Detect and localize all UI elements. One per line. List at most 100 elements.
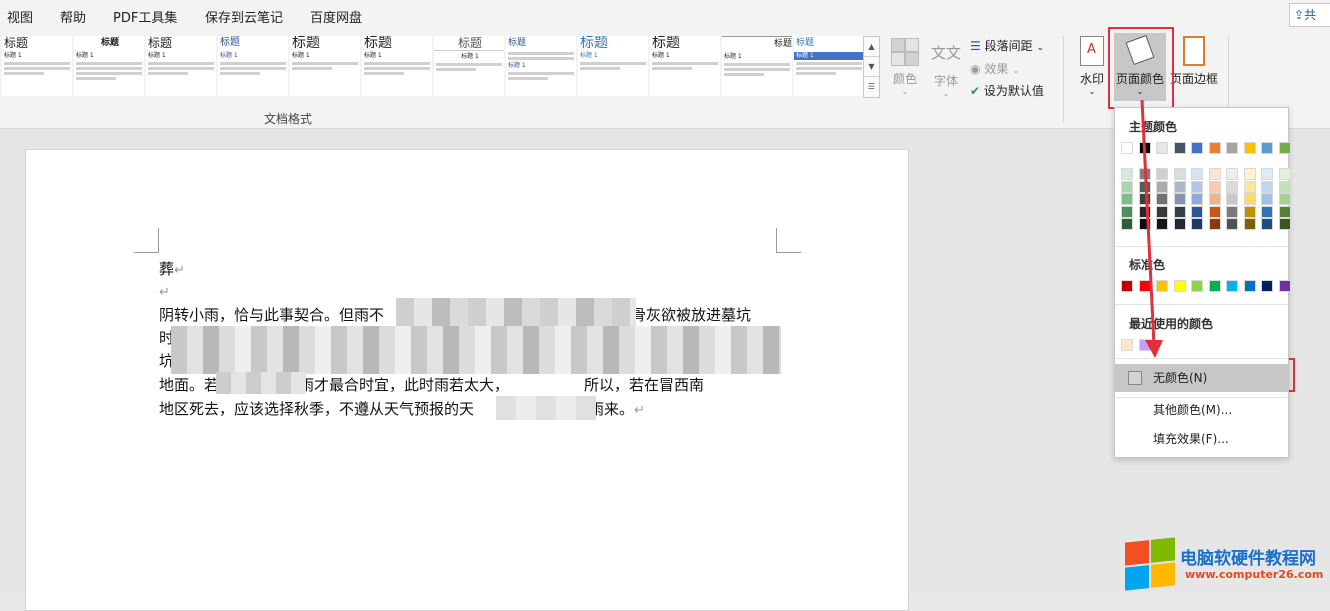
theme-color-shade-swatch[interactable] bbox=[1243, 205, 1256, 218]
menu-view[interactable]: 视图 bbox=[7, 7, 33, 26]
theme-color-shade-swatch[interactable] bbox=[1173, 168, 1186, 180]
theme-color-shade-swatch[interactable] bbox=[1226, 180, 1238, 193]
style-set-thumb[interactable]: 标题 标题 1 bbox=[218, 36, 288, 96]
theme-color-shade-swatch[interactable] bbox=[1226, 205, 1238, 218]
theme-color-swatch[interactable] bbox=[1278, 142, 1291, 154]
share-button[interactable]: ⇪共 bbox=[1289, 3, 1330, 27]
effects-button[interactable]: ◉ 效果 ⌄ bbox=[970, 60, 1020, 77]
fonts-button[interactable]: 文文 字体 ⌄ bbox=[928, 42, 964, 98]
gallery-scrollbar[interactable]: ▲ ▼ ☰ bbox=[863, 36, 880, 98]
theme-color-shade-swatch[interactable] bbox=[1191, 168, 1203, 180]
theme-color-shade-swatch[interactable] bbox=[1226, 218, 1238, 230]
style-set-thumb[interactable]: 标题 标题 1 bbox=[74, 36, 144, 96]
theme-color-shade-swatch[interactable] bbox=[1173, 180, 1186, 193]
theme-color-shade-swatch[interactable] bbox=[1261, 168, 1273, 180]
document-page[interactable]: 葬↵ ↵ 阴转小雨，恰与此事契合。但雨不或骨灰欲被放进墓坑 时 坑，当然 地面。… bbox=[25, 149, 909, 611]
theme-color-swatch[interactable] bbox=[1156, 142, 1168, 154]
theme-color-shade-swatch[interactable] bbox=[1191, 205, 1203, 218]
theme-color-shade-swatch[interactable] bbox=[1173, 205, 1186, 218]
theme-color-shade-swatch[interactable] bbox=[1138, 218, 1151, 230]
theme-color-shade-swatch[interactable] bbox=[1121, 180, 1133, 193]
style-set-thumb[interactable]: 标题 标题 1 bbox=[794, 36, 864, 96]
style-set-thumb[interactable]: 标题 标题 1 bbox=[650, 36, 720, 96]
standard-color-swatch[interactable] bbox=[1208, 280, 1221, 292]
theme-color-shade-swatch[interactable] bbox=[1208, 193, 1221, 205]
theme-color-shade-swatch[interactable] bbox=[1191, 180, 1203, 193]
theme-color-swatch[interactable] bbox=[1191, 142, 1203, 154]
theme-color-shade-swatch[interactable] bbox=[1278, 193, 1291, 205]
paragraph-spacing-button[interactable]: ☰ 段落间距 ⌄ bbox=[970, 37, 1044, 54]
theme-color-shade-swatch[interactable] bbox=[1208, 180, 1221, 193]
menu-help[interactable]: 帮助 bbox=[60, 7, 86, 26]
theme-color-swatch[interactable] bbox=[1261, 142, 1273, 154]
theme-color-shade-swatch[interactable] bbox=[1138, 193, 1151, 205]
standard-color-swatch[interactable] bbox=[1261, 280, 1273, 292]
theme-color-shade-swatch[interactable] bbox=[1243, 193, 1256, 205]
theme-color-shade-swatch[interactable] bbox=[1138, 205, 1151, 218]
theme-color-shade-swatch[interactable] bbox=[1156, 180, 1168, 193]
theme-color-shade-swatch[interactable] bbox=[1278, 168, 1291, 180]
style-set-thumb[interactable]: 标题 标题 1 bbox=[506, 36, 576, 96]
standard-color-swatch[interactable] bbox=[1243, 280, 1256, 292]
theme-color-shade-swatch[interactable] bbox=[1208, 168, 1221, 180]
theme-color-swatch[interactable] bbox=[1226, 142, 1238, 154]
theme-color-shade-swatch[interactable] bbox=[1208, 205, 1221, 218]
theme-color-shade-swatch[interactable] bbox=[1261, 218, 1273, 230]
style-set-thumb[interactable]: 标题 标题 1 bbox=[362, 36, 432, 96]
set-as-default-button[interactable]: ✔ 设为默认值 bbox=[970, 82, 1044, 99]
theme-color-shade-swatch[interactable] bbox=[1243, 218, 1256, 230]
more-colors-option[interactable]: 其他颜色(M)... bbox=[1115, 396, 1288, 424]
style-set-thumb[interactable]: 标题 标题 1 bbox=[434, 36, 504, 96]
theme-color-shade-swatch[interactable] bbox=[1173, 218, 1186, 230]
theme-color-shade-swatch[interactable] bbox=[1261, 180, 1273, 193]
standard-color-swatch[interactable] bbox=[1278, 280, 1291, 292]
fill-effects-option[interactable]: 填充效果(F)... bbox=[1115, 425, 1288, 453]
theme-color-shade-swatch[interactable] bbox=[1278, 218, 1291, 230]
theme-color-shade-swatch[interactable] bbox=[1173, 193, 1186, 205]
theme-color-shade-swatch[interactable] bbox=[1261, 205, 1273, 218]
theme-color-shade-swatch[interactable] bbox=[1191, 193, 1203, 205]
standard-color-swatch[interactable] bbox=[1173, 280, 1186, 292]
theme-color-shade-swatch[interactable] bbox=[1208, 218, 1221, 230]
menu-baidu-netdisk[interactable]: 百度网盘 bbox=[310, 7, 362, 26]
standard-color-swatch[interactable] bbox=[1121, 280, 1133, 292]
page-borders-button[interactable]: 页面边框 bbox=[1168, 36, 1220, 87]
recent-color-swatch[interactable] bbox=[1138, 339, 1151, 351]
theme-color-shade-swatch[interactable] bbox=[1156, 168, 1168, 180]
theme-color-swatch[interactable] bbox=[1138, 142, 1151, 154]
theme-color-shade-swatch[interactable] bbox=[1156, 218, 1168, 230]
gallery-more-icon[interactable]: ☰ bbox=[864, 77, 879, 96]
theme-color-shade-swatch[interactable] bbox=[1226, 168, 1238, 180]
theme-color-shade-swatch[interactable] bbox=[1121, 205, 1133, 218]
theme-color-shade-swatch[interactable] bbox=[1278, 205, 1291, 218]
standard-color-swatch[interactable] bbox=[1138, 280, 1151, 292]
theme-color-shade-swatch[interactable] bbox=[1278, 180, 1291, 193]
menu-save-to-cloud-note[interactable]: 保存到云笔记 bbox=[205, 7, 283, 26]
standard-color-swatch[interactable] bbox=[1191, 280, 1203, 292]
theme-color-shade-swatch[interactable] bbox=[1261, 193, 1273, 205]
theme-color-shade-swatch[interactable] bbox=[1243, 168, 1256, 180]
no-color-option[interactable]: 无颜色(N) bbox=[1115, 364, 1288, 392]
menu-pdf-tools[interactable]: PDF工具集 bbox=[113, 7, 177, 26]
theme-color-shade-swatch[interactable] bbox=[1121, 218, 1133, 230]
theme-color-shade-swatch[interactable] bbox=[1191, 218, 1203, 230]
style-set-thumb[interactable]: 标题 标题 1 bbox=[578, 36, 648, 96]
theme-color-shade-swatch[interactable] bbox=[1138, 168, 1151, 180]
theme-color-swatch[interactable] bbox=[1243, 142, 1256, 154]
theme-color-shade-swatch[interactable] bbox=[1226, 193, 1238, 205]
theme-color-swatch[interactable] bbox=[1173, 142, 1186, 154]
theme-color-shade-swatch[interactable] bbox=[1121, 168, 1133, 180]
theme-color-shade-swatch[interactable] bbox=[1243, 180, 1256, 193]
style-set-thumb[interactable]: 标题 标题 1 bbox=[146, 36, 216, 96]
style-set-thumb[interactable]: 标题 标题 1 bbox=[2, 36, 72, 96]
theme-color-swatch[interactable] bbox=[1121, 142, 1133, 154]
colors-button[interactable]: 颜色 ⌄ bbox=[888, 38, 922, 96]
theme-color-shade-swatch[interactable] bbox=[1156, 193, 1168, 205]
recent-color-swatch[interactable] bbox=[1121, 339, 1133, 351]
theme-color-shade-swatch[interactable] bbox=[1138, 180, 1151, 193]
theme-color-shade-swatch[interactable] bbox=[1121, 193, 1133, 205]
style-set-thumb[interactable]: 标题 标题 1 bbox=[722, 36, 792, 96]
theme-color-swatch[interactable] bbox=[1208, 142, 1221, 154]
gallery-down-icon[interactable]: ▼ bbox=[864, 57, 879, 77]
watermark-button[interactable]: A 水印 ⌄ bbox=[1076, 36, 1108, 96]
